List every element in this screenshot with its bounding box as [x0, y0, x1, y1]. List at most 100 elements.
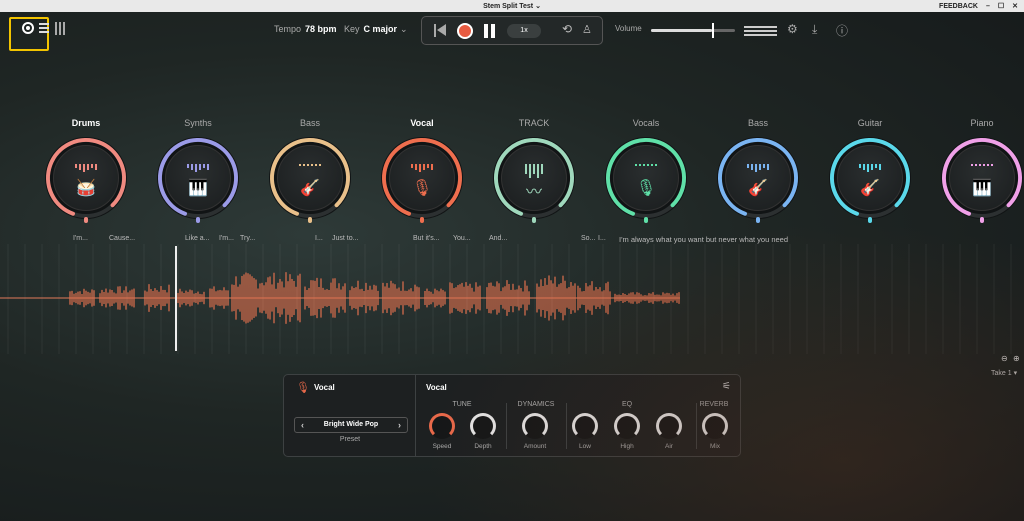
lyric-segment[interactable]: I'm always what you want but never what …: [619, 235, 788, 244]
stem-piano[interactable]: Piano 🎹: [937, 118, 1024, 223]
group-tune: TUNE: [452, 401, 472, 408]
stem-level-dial[interactable]: 🎹: [941, 137, 1023, 223]
stem-indicator: [756, 217, 760, 223]
maximize-icon[interactable]: ☐: [998, 2, 1004, 10]
minimize-icon[interactable]: –: [986, 3, 990, 10]
lyric-segment[interactable]: I...: [598, 235, 606, 242]
stem-activity-meter: [54, 164, 118, 172]
volume-fill: [651, 29, 713, 32]
stem-level-dial[interactable]: 〰: [493, 137, 575, 223]
stem-indicator: [980, 217, 984, 223]
eq-high-knob[interactable]: [614, 413, 640, 439]
stem-vocals[interactable]: Vocals 🎙: [601, 118, 691, 223]
preset-label: Preset: [339, 436, 361, 443]
skip-back-icon[interactable]: [434, 24, 446, 37]
record-button[interactable]: [457, 23, 473, 39]
lyric-segment[interactable]: Try...: [240, 235, 255, 242]
stem-bass[interactable]: Bass 🎸: [713, 118, 803, 223]
tempo-display[interactable]: Tempo 78 bpm: [274, 24, 337, 34]
lyric-segment[interactable]: I...: [315, 235, 323, 242]
chevron-down-icon: ⌄: [400, 24, 408, 34]
reverb-mix-knob[interactable]: [702, 413, 728, 439]
playback-speed-button[interactable]: 1x: [507, 24, 541, 38]
mixer-view-icon[interactable]: [55, 22, 65, 35]
key-value: C major: [363, 24, 398, 34]
stem-level-dial[interactable]: 🎙: [381, 137, 463, 223]
stem-level-dial[interactable]: 🎸: [269, 137, 351, 223]
stem-level-dial[interactable]: 🎸: [829, 137, 911, 223]
close-icon[interactable]: ✕: [1012, 2, 1018, 10]
sliders-icon[interactable]: ⚟: [722, 381, 731, 392]
waveform[interactable]: [0, 244, 1024, 354]
panel-stem-title: Vocal: [314, 383, 335, 392]
amount-knob[interactable]: [522, 413, 548, 439]
lyric-segment[interactable]: I'm...: [73, 235, 88, 242]
stem-level-dial[interactable]: 🎹: [157, 137, 239, 223]
stem-bass[interactable]: Bass 🎸: [265, 118, 355, 223]
preset-selector[interactable]: ‹ Bright Wide Pop ›: [294, 417, 408, 433]
stem-activity-meter: [614, 164, 678, 166]
lyric-segment[interactable]: Cause...: [109, 235, 135, 242]
volume-label: Volume: [615, 24, 642, 33]
microphone-icon: 🎙: [411, 180, 433, 197]
stem-indicator: [84, 217, 88, 223]
stem-level-dial[interactable]: 🥁: [45, 137, 127, 223]
stem-level-dial[interactable]: 🎸: [717, 137, 799, 223]
stem-name: Vocals: [632, 118, 660, 128]
eq-low-knob[interactable]: [572, 413, 598, 439]
chevron-down-icon[interactable]: ⌄: [535, 3, 541, 10]
stem-activity-meter: [166, 164, 230, 172]
gear-icon[interactable]: ⚙: [787, 22, 798, 36]
stem-drums[interactable]: Drums 🥁: [41, 118, 131, 223]
app-logo-icon[interactable]: [22, 22, 34, 34]
stem-name: Drums: [71, 118, 101, 128]
preset-section: 🎙 Vocal ‹ Bright Wide Pop › Preset: [284, 375, 416, 456]
stem-name: Synths: [184, 118, 212, 128]
loop-icon[interactable]: ⟲: [562, 22, 572, 36]
lyric-segment[interactable]: Just to...: [332, 235, 358, 242]
menu-icon[interactable]: [39, 23, 49, 33]
eq-air-knob[interactable]: [656, 413, 682, 439]
guitar-icon: 🎸: [860, 180, 880, 197]
volume-handle[interactable]: [712, 23, 715, 38]
depth-knob[interactable]: [470, 413, 496, 439]
lyric-segment[interactable]: Like a...: [185, 235, 210, 242]
stem-name: Bass: [747, 118, 768, 128]
chevron-left-icon[interactable]: ‹: [301, 418, 304, 432]
stem-effects-panel: 🎙 Vocal ‹ Bright Wide Pop › Preset Vocal…: [283, 374, 741, 457]
preset-value: Bright Wide Pop: [323, 421, 379, 428]
playhead[interactable]: [175, 246, 177, 351]
stem-synths[interactable]: Synths 🎹: [153, 118, 243, 223]
speed-knob[interactable]: [429, 413, 455, 439]
stem-vocal[interactable]: Vocal 🎙: [377, 118, 467, 223]
stem-activity-meter: [278, 164, 342, 166]
lyric-segment[interactable]: But it's...: [413, 235, 440, 242]
feedback-button[interactable]: FEEDBACK: [939, 3, 978, 10]
stem-indicator: [868, 217, 872, 223]
lyric-segment[interactable]: And...: [489, 235, 507, 242]
pause-button[interactable]: [484, 24, 495, 38]
zoom-out-icon[interactable]: ⊖: [1001, 354, 1008, 363]
stem-name: Bass: [299, 118, 320, 128]
stem-level-dial[interactable]: 🎙: [605, 137, 687, 223]
info-icon[interactable]: ⓘ: [836, 22, 848, 39]
window-controls: FEEDBACK – ☐ ✕: [939, 2, 1018, 11]
lyric-segment[interactable]: You...: [453, 235, 471, 242]
stem-name: Guitar: [857, 118, 883, 128]
chevron-right-icon[interactable]: ›: [398, 418, 401, 432]
key-selector[interactable]: Key C major ⌄: [344, 24, 408, 35]
stem-indicator: [196, 217, 200, 223]
take-selector[interactable]: Take 1 ▾: [991, 369, 1017, 377]
stem-guitar[interactable]: Guitar 🎸: [825, 118, 915, 223]
lyric-segment[interactable]: So...: [581, 235, 595, 242]
zoom-in-icon[interactable]: ⊕: [1013, 354, 1020, 363]
download-icon[interactable]: ⤓: [812, 22, 817, 37]
level-meter-icon: [744, 26, 777, 38]
waveform-icon: 〰: [525, 184, 542, 201]
metronome-icon[interactable]: ♙: [582, 23, 592, 36]
bass-guitar-icon: 🎸: [300, 180, 320, 197]
volume-slider[interactable]: [651, 23, 735, 38]
stem-track[interactable]: TRACK 〰: [489, 118, 579, 223]
lyric-segment[interactable]: I'm...: [219, 235, 234, 242]
drum-icon: 🥁: [76, 180, 96, 197]
